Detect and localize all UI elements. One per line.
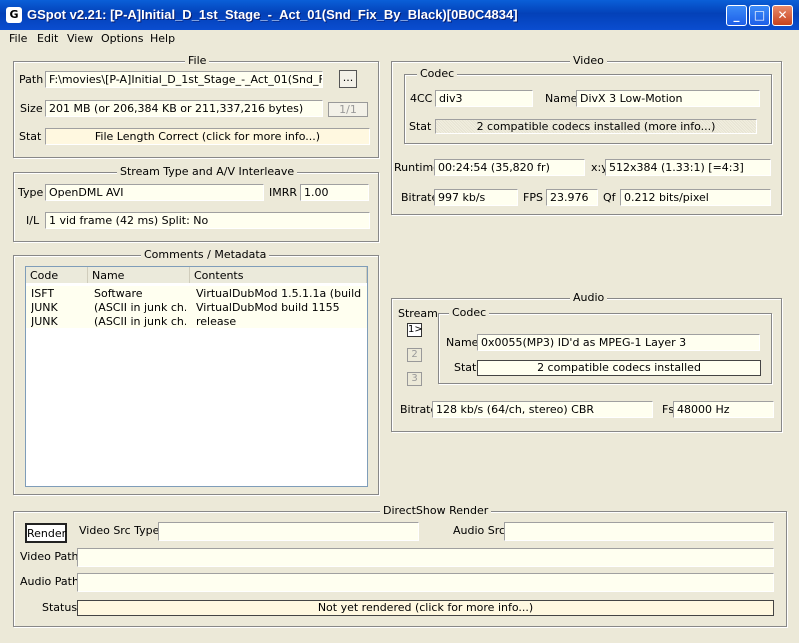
video-path-field[interactable] xyxy=(77,548,774,567)
audio-stat-field[interactable]: 2 compatible codecs installed xyxy=(477,360,761,376)
type-field[interactable]: OpenDML AVI xyxy=(45,184,264,201)
menu-help[interactable]: Help xyxy=(150,32,175,45)
file-stat-field[interactable]: File Length Correct (click for more info… xyxy=(45,128,370,145)
stream-label: Stream xyxy=(398,307,438,320)
video-src-type-label: Video Src Type xyxy=(79,524,160,537)
audio-path-label: Audio Path xyxy=(20,575,79,588)
stat-label: Stat xyxy=(19,130,42,143)
audio-stat-label: Stat xyxy=(454,361,477,374)
file-group: File Path F:\movies\[P-A]Initial_D_1st_S… xyxy=(13,54,379,158)
comments-group-title: Comments / Metadata xyxy=(141,248,270,261)
il-field[interactable]: 1 vid frame (42 ms) Split: No xyxy=(45,212,370,229)
row-name: Software xyxy=(94,287,143,300)
video-codec-title: Codec xyxy=(417,67,458,80)
imrr-label: IMRR xyxy=(269,186,298,199)
row-name: (ASCII in junk ch... xyxy=(94,301,186,314)
audio-codec-title: Codec xyxy=(449,306,490,319)
menu-file[interactable]: File xyxy=(9,32,27,45)
fs-field[interactable]: 48000 Hz xyxy=(673,401,774,418)
directshow-group: DirectShow Render Render Video Src Type … xyxy=(13,504,787,627)
size-field[interactable]: 201 MB (or 206,384 KB or 211,337,216 byt… xyxy=(45,100,323,117)
table-row[interactable]: ISFT Software VirtualDubMod 1.5.1.1a (bu… xyxy=(26,286,367,300)
menu-edit[interactable]: Edit xyxy=(37,32,58,45)
column-header-contents[interactable]: Contents xyxy=(190,267,367,283)
video-path-label: Video Path xyxy=(20,550,79,563)
minimize-button[interactable]: _ xyxy=(726,5,747,26)
audio-name-label: Name xyxy=(446,336,479,349)
stream-group-title: Stream Type and A/V Interleave xyxy=(117,165,298,178)
imrr-field[interactable]: 1.00 xyxy=(300,184,369,201)
audio-group: Audio Stream 1> 2 3 Codec Name 0x0055(MP… xyxy=(391,291,782,432)
gspot-icon: G xyxy=(6,7,22,23)
audio-name-field[interactable]: 0x0055(MP3) ID'd as MPEG-1 Layer 3 xyxy=(477,334,760,351)
type-label: Type xyxy=(18,186,44,199)
fps-label: FPS xyxy=(523,191,543,204)
browse-button[interactable]: ... xyxy=(339,70,357,88)
menu-view[interactable]: View xyxy=(67,32,93,45)
row-code: JUNK xyxy=(31,301,58,314)
table-row[interactable]: JUNK (ASCII in junk ch... VirtualDubMod … xyxy=(26,300,367,314)
title-bar[interactable]: G GSpot v2.21: [P-A]Initial_D_1st_Stage_… xyxy=(0,0,799,30)
maximize-button[interactable]: □ xyxy=(749,5,770,26)
video-stat-label: Stat xyxy=(409,120,432,133)
audio-src-label: Audio Src xyxy=(453,524,506,537)
column-header-code[interactable]: Code xyxy=(26,267,88,283)
directshow-group-title: DirectShow Render xyxy=(380,504,492,517)
fourcc-field[interactable]: div3 xyxy=(435,90,533,107)
window-title: GSpot v2.21: [P-A]Initial_D_1st_Stage_-_… xyxy=(27,7,518,22)
video-bitrate-label: Bitrate xyxy=(401,191,439,204)
row-code: JUNK xyxy=(31,315,58,328)
menu-bar: File Edit View Options Help xyxy=(0,30,799,48)
column-header-name[interactable]: Name xyxy=(88,267,190,283)
comments-group: Comments / Metadata Code Name Contents I… xyxy=(13,248,379,495)
qf-label: Qf xyxy=(603,191,616,204)
file-group-title: File xyxy=(185,54,210,67)
video-name-label: Name xyxy=(545,92,578,105)
qf-field[interactable]: 0.212 bits/pixel xyxy=(620,189,771,206)
video-src-type-field[interactable] xyxy=(158,522,419,541)
fourcc-label: 4CC xyxy=(410,92,433,105)
status-label: Status xyxy=(42,601,78,614)
video-name-field[interactable]: DivX 3 Low-Motion xyxy=(576,90,760,107)
path-field[interactable]: F:\movies\[P-A]Initial_D_1st_Stage_-_Act… xyxy=(45,71,323,88)
audio-codec-group: Codec Name 0x0055(MP3) ID'd as MPEG-1 La… xyxy=(438,306,772,384)
close-button[interactable]: ✕ xyxy=(772,5,793,26)
audio-path-field[interactable] xyxy=(77,573,774,592)
menu-options[interactable]: Options xyxy=(101,32,143,45)
row-contents: VirtualDubMod build 1155 xyxy=(196,301,340,314)
audio-stream-2-button[interactable]: 2 xyxy=(407,348,422,362)
row-name: (ASCII in junk ch... xyxy=(94,315,186,328)
video-stat-field[interactable]: 2 compatible codecs installed (more info… xyxy=(435,119,757,134)
audio-stream-3-button[interactable]: 3 xyxy=(407,372,422,386)
render-status-field[interactable]: Not yet rendered (click for more info...… xyxy=(77,600,774,616)
audio-src-field[interactable] xyxy=(504,522,774,541)
video-codec-group: Codec 4CC div3 Name DivX 3 Low-Motion St… xyxy=(404,67,772,144)
row-contents: VirtualDubMod 1.5.1.1a (build 11... xyxy=(196,287,364,300)
xy-field[interactable]: 512x384 (1.33:1) [=4:3] xyxy=(605,159,771,176)
stream-group: Stream Type and A/V Interleave Type Open… xyxy=(13,165,379,242)
audio-group-title: Audio xyxy=(570,291,608,304)
table-row[interactable]: JUNK (ASCII in junk ch... release xyxy=(26,314,367,328)
part-button[interactable]: 1/1 xyxy=(328,102,368,117)
video-bitrate-field[interactable]: 997 kb/s xyxy=(434,189,518,206)
fps-field[interactable]: 23.976 xyxy=(546,189,598,206)
render-button[interactable]: Render xyxy=(25,523,67,543)
path-label: Path xyxy=(19,73,44,86)
runtime-field[interactable]: 00:24:54 (35,820 fr) xyxy=(434,159,585,176)
row-contents: release xyxy=(196,315,237,328)
video-group-title: Video xyxy=(570,54,607,67)
video-group: Video Codec 4CC div3 Name DivX 3 Low-Mot… xyxy=(391,54,782,215)
size-label: Size xyxy=(20,102,43,115)
metadata-list[interactable]: Code Name Contents ISFT Software Virtual… xyxy=(25,266,368,487)
audio-bitrate-field[interactable]: 128 kb/s (64/ch, stereo) CBR xyxy=(432,401,653,418)
row-code: ISFT xyxy=(31,287,55,300)
il-label: I/L xyxy=(26,214,40,227)
audio-stream-1-button[interactable]: 1> xyxy=(407,323,423,337)
